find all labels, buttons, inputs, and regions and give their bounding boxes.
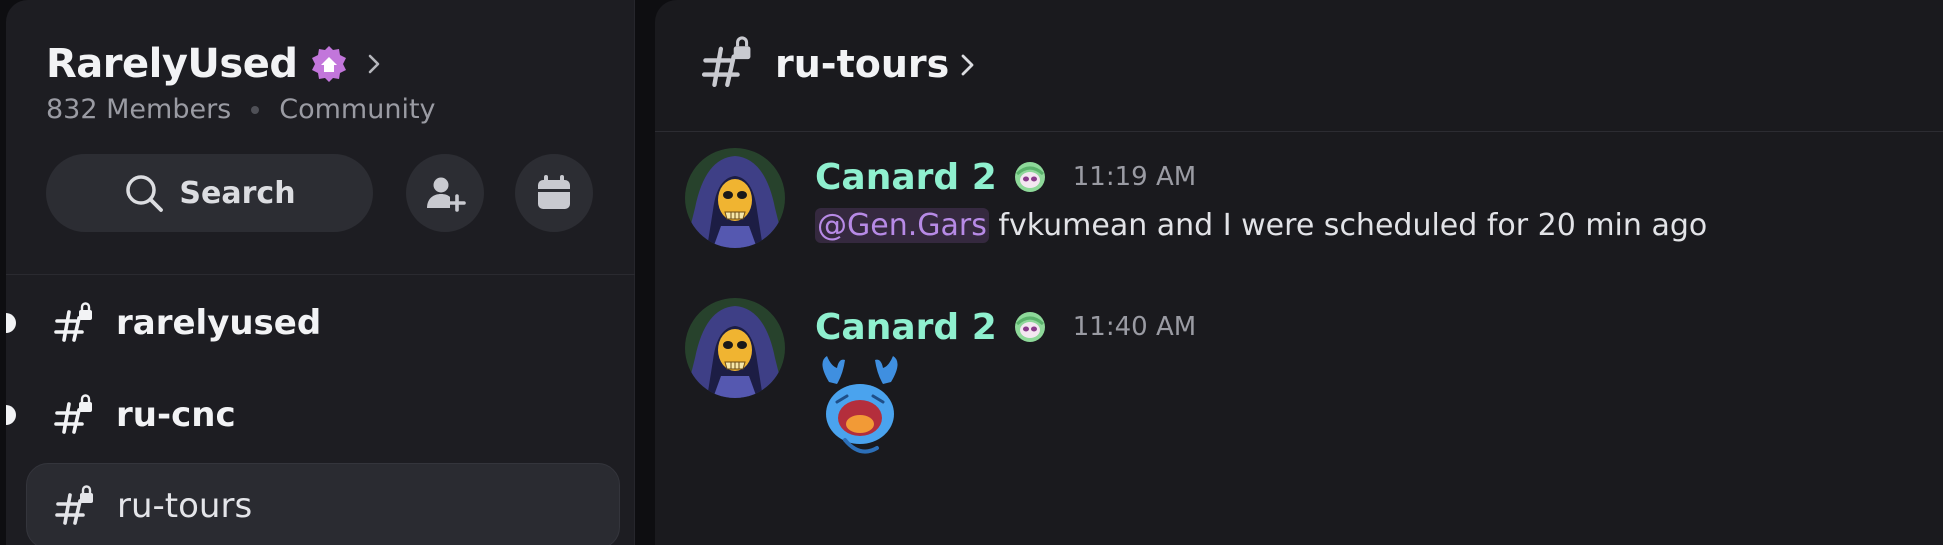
add-user-icon (427, 177, 466, 212)
skeletor-avatar-image (685, 148, 785, 248)
channel-item-ru-cnc[interactable]: ru-cnc (6, 372, 620, 458)
channel-item-ru-tours[interactable]: ru-tours (26, 463, 620, 545)
channel-name: rarelyused (116, 303, 322, 343)
avatar[interactable] (685, 298, 785, 398)
home-badge-icon (312, 46, 347, 82)
channel-item-rarelyused[interactable]: rarelyused (6, 280, 620, 366)
message-timestamp: 11:19 AM (1072, 162, 1197, 192)
chat-panel: ru-tours Canard 2 11:19 AM @Gen.Gars fvk… (655, 0, 1943, 545)
author-name[interactable]: Canard 2 (815, 307, 997, 348)
unread-indicator (6, 313, 16, 333)
separator-dot (251, 105, 260, 114)
message-text: fvkumean and I were scheduled for 20 min… (988, 208, 1708, 243)
avatar[interactable] (685, 148, 785, 248)
channel-name: ru-tours (117, 486, 253, 526)
message-content: @Gen.Gars fvkumean and I were scheduled … (815, 208, 1707, 243)
chevron-right-icon[interactable] (363, 53, 385, 75)
search-label: Search (179, 175, 296, 211)
crying-crab-emoji-icon[interactable] (815, 352, 905, 462)
member-count: 832 Members (46, 94, 232, 125)
role-badge-icon (1014, 162, 1045, 192)
locked-hash-icon (55, 485, 93, 525)
calendar-icon (538, 175, 570, 209)
events-button[interactable] (515, 154, 593, 232)
channel-name: ru-cnc (116, 395, 236, 435)
server-sidebar: RarelyUsed 832 Members Community Search (6, 0, 635, 545)
server-header[interactable]: RarelyUsed 832 Members Community (46, 40, 436, 125)
channel-title: ru-tours (775, 42, 950, 86)
invite-button[interactable] (406, 154, 484, 232)
locked-hash-icon (701, 36, 751, 88)
user-mention[interactable]: @Gen.Gars (815, 208, 989, 243)
author-name[interactable]: Canard 2 (815, 157, 997, 198)
skeletor-avatar-image (685, 298, 785, 398)
search-button[interactable]: Search (46, 154, 373, 232)
sidebar-divider (6, 274, 635, 275)
message-timestamp: 11:40 AM (1072, 312, 1197, 342)
chevron-right-icon[interactable] (955, 53, 979, 77)
server-type: Community (279, 94, 436, 125)
server-name[interactable]: RarelyUsed (46, 41, 298, 87)
unread-indicator (6, 405, 16, 425)
locked-hash-icon (54, 394, 92, 434)
search-icon (126, 175, 164, 212)
role-badge-icon (1014, 312, 1045, 342)
locked-hash-icon (54, 302, 92, 342)
channel-header[interactable]: ru-tours (655, 0, 1943, 132)
